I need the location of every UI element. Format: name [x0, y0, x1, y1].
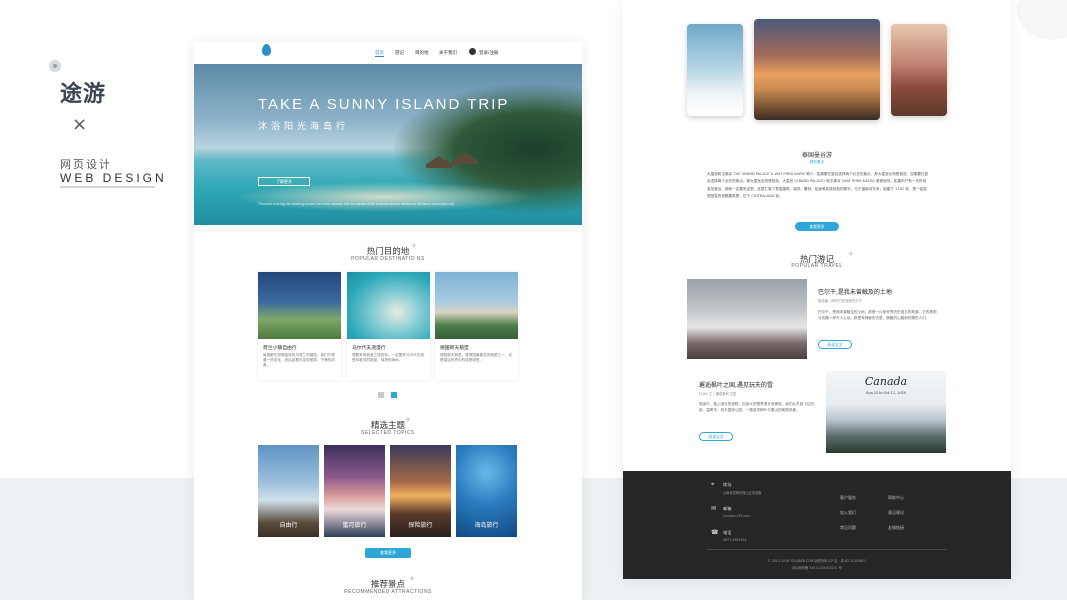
intro-english: WEB DESIGN: [60, 171, 167, 185]
mail-icon: ✉: [711, 506, 717, 512]
topics-more-button[interactable]: 查看更多: [365, 548, 411, 558]
lighthouse-image: [258, 272, 341, 339]
phone-label: 电话: [723, 530, 732, 535]
mountain-slide-image[interactable]: [891, 24, 947, 116]
intro-underline: [60, 186, 155, 188]
footer: ⌖ 地址 云南省昆明市西山区滇池路 ✉ 邮箱 youjiaer.163.com …: [623, 471, 1011, 579]
topic-card[interactable]: 自由行: [258, 445, 319, 537]
topic-label: 探险旅行: [408, 522, 433, 529]
destination-card[interactable]: 德国新天鹅堡 德国新天鹅堡，是德国最著名的城堡之一，也是童话世界中的城堡原型。: [435, 272, 518, 380]
hero-subtitle: 沐浴阳光海岛行: [258, 122, 350, 132]
footer-link-faq[interactable]: 常见问题: [840, 525, 856, 531]
article-text: 旅途中，踏上漫长的旅程，加拿大的雪季漫长而美丽，我们从东部飞往西部，温哥华、班夫…: [699, 402, 814, 412]
nav-item-destination[interactable]: 目的地: [415, 50, 429, 56]
popular-subtitle: POPULAR DESTINATIO NS: [351, 256, 425, 262]
canada-script: Canada: [864, 375, 908, 388]
castle-image: [435, 272, 518, 339]
card-desc: 每周都在感受独特的与荷兰的邂逅，我们只想要一些变化，然后走着去发现美丽，宁静的风…: [263, 353, 335, 367]
topic-label: 海岛旅行: [474, 522, 499, 529]
temple-paragraph: 大皇宫和玉佛寺 THE GRAND PALACE & WAT PHRA KAEW…: [707, 172, 929, 199]
destination-card[interactable]: 荷兰小镇自由行 每周都在感受独特的与荷兰的邂逅，我们只想要一些变化，然后走着去发…: [258, 272, 341, 380]
read-more-button[interactable]: 阅读全文: [818, 340, 852, 349]
canada-image: Canada Sep.25 to Oct.12, 2018: [826, 371, 946, 453]
card-title: 德国新天鹅堡: [440, 346, 469, 351]
destination-card[interactable]: 马尔代夫浪漫行 想要来场浪漫之旅的你，一定要来马尔代夫感受印度洋的蔚蓝，纯净的海…: [347, 272, 430, 380]
nav-item-home[interactable]: 首页: [375, 50, 384, 57]
topic-label: 自由行: [279, 522, 298, 529]
article-title: 巴尔干,是我未曾触及的土地: [818, 289, 892, 296]
card-desc: 想要来场浪漫之旅的你，一定要来马尔代夫感受印度洋的蔚蓝，纯净的海水。: [352, 353, 424, 362]
snow-slide-image[interactable]: [687, 24, 743, 116]
footer-link-help[interactable]: 帮助中心: [888, 495, 904, 501]
topic-card[interactable]: 蜜月旅行: [324, 445, 385, 537]
hero-title: TAKE A SUNNY ISLAND TRIP: [258, 96, 510, 113]
temple-slide-image[interactable]: [754, 19, 880, 120]
card-title: 马尔代夫浪漫行: [352, 346, 386, 351]
logo-icon[interactable]: [262, 44, 271, 56]
nav-bar: 首页 游记 目的地 关于我们 登录/注册: [194, 42, 582, 64]
temple-more-button[interactable]: 查看更多: [795, 222, 839, 231]
pager-dot[interactable]: [378, 392, 384, 398]
intro-subtitle: 网页设计: [60, 158, 112, 171]
article-meta: 旅游者 / 阿尔巴尼亚和巴尔干: [818, 299, 862, 303]
recommended-subtitle: RECOMMENDED ATTRACTIONS: [344, 589, 432, 595]
hot-subtitle: POPULAR TRAVEL: [791, 263, 843, 269]
topic-label: 蜜月旅行: [342, 522, 367, 529]
topic-card[interactable]: 探险旅行: [390, 445, 451, 537]
email-label: 邮箱: [723, 506, 732, 511]
nav-item-about[interactable]: 关于我们: [439, 50, 457, 56]
homepage-mockup: 首页 游记 目的地 关于我们 登录/注册 TAKE A SUNNY ISLAND…: [194, 42, 582, 600]
hero-banner: TAKE A SUNNY ISLAND TRIP 沐浴阳光海岛行 了解更多 Th…: [194, 64, 582, 225]
login-link[interactable]: 登录/注册: [479, 50, 499, 56]
paper-plane-icon: ✈: [848, 251, 854, 258]
hero-note: The world is so big, we should go to see…: [258, 202, 456, 206]
topics-subtitle: SELECTED TOPICS: [361, 430, 415, 436]
maldives-image: [347, 272, 430, 339]
topic-card[interactable]: 海岛旅行: [456, 445, 517, 537]
footer-copyright: © 2014-2018 YOUJIAER.COM 版权所有 ICP 证：滇 B2…: [767, 559, 867, 563]
footer-divider: [707, 549, 947, 550]
temple-title: 泰国曼谷游: [801, 152, 832, 159]
intro-title: 途游: [60, 82, 107, 107]
nav-item-travel[interactable]: 游记: [395, 50, 404, 56]
card-title: 荷兰小镇自由行: [263, 346, 297, 351]
footer-link-join[interactable]: 加入我们: [840, 510, 856, 516]
read-more-button[interactable]: 阅读全文: [699, 432, 733, 441]
background-corner: [1017, 0, 1067, 40]
article-meta: FLAG 之 | 邂逅枫叶之国: [699, 392, 736, 396]
pager-dot-active[interactable]: [391, 392, 397, 398]
article-title: 邂逅枫叶之国,遇见玩夫的雪: [699, 382, 773, 389]
hero-more-button[interactable]: 了解更多: [258, 177, 310, 186]
user-avatar-icon[interactable]: [469, 48, 476, 55]
detail-mockup: 泰国曼谷游 精彩看点 大皇宫和玉佛寺 THE GRAND PALACE & WA…: [623, 0, 1011, 579]
email-value[interactable]: youjiaer.163.com: [723, 514, 750, 518]
footer-record: 滇公网安备 53011102000231 号: [792, 566, 842, 570]
sand-image: [234, 182, 534, 212]
phone-icon: ☎: [711, 530, 719, 536]
canada-date: Sep.25 to Oct.12, 2018: [866, 391, 906, 395]
close-icon: ×: [72, 114, 88, 135]
temple-subtitle: 精彩看点: [809, 160, 825, 164]
paper-plane-icon: ✈: [409, 576, 415, 583]
location-pin-icon: ⌖: [711, 482, 715, 488]
card-desc: 德国新天鹅堡，是德国最著名的城堡之一，也是童话世界中的城堡原型。: [440, 353, 512, 362]
footer-link-feedback[interactable]: 意见建议: [888, 510, 904, 516]
intro-dot-icon: [49, 60, 61, 72]
footer-link-service[interactable]: 客户服务: [840, 495, 856, 501]
balkan-image: [687, 279, 807, 359]
article-text: 巴尔干，是我未曾触及的土地，那是一片被世界历史遗忘的角落，它的美丽与伤痛一样令人…: [818, 310, 937, 320]
footer-link-friends[interactable]: 友情链接: [888, 525, 904, 531]
phone-value: 0871-3987634: [723, 538, 747, 542]
paper-plane-icon: ✈: [405, 417, 411, 424]
paper-plane-icon: ✈: [411, 243, 417, 250]
address-label: 地址: [723, 482, 732, 487]
address-value: 云南省昆明市西山区滇池路: [723, 491, 762, 495]
